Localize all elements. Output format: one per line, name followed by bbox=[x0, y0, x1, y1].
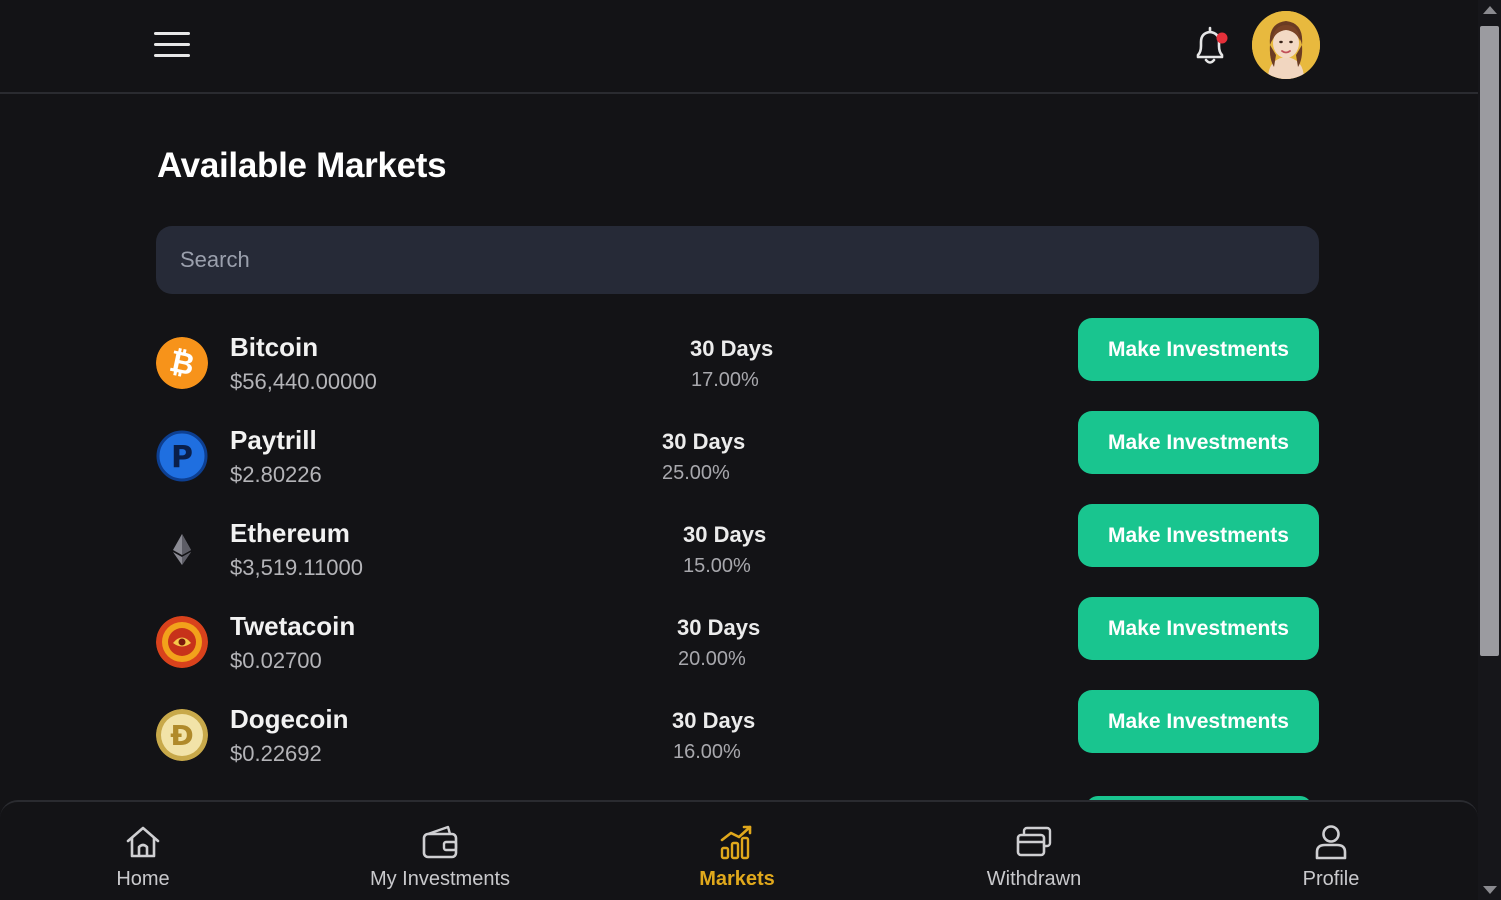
investment-duration: 30 Days bbox=[672, 708, 756, 733]
coin-price: $3,519.11000 bbox=[230, 555, 363, 580]
nav-label: Withdrawn bbox=[986, 868, 1082, 890]
svg-text:Ð: Ð bbox=[170, 719, 193, 752]
market-row-twetacoin: Twetacoin $0.02700 30 Days 20.00% Make I… bbox=[156, 597, 1319, 681]
return-rate: 25.00% bbox=[662, 462, 730, 484]
cards-icon bbox=[1016, 826, 1052, 857]
nav-item-markets[interactable]: Markets bbox=[642, 822, 832, 898]
coin-price: $2.80226 bbox=[230, 462, 322, 487]
bell-icon[interactable] bbox=[1190, 24, 1232, 68]
coin-name: Ethereum bbox=[230, 518, 350, 548]
coin-name: Twetacoin bbox=[230, 611, 356, 641]
make-investments-button[interactable]: Make Investments bbox=[1078, 597, 1319, 660]
nav-label: Markets bbox=[699, 868, 775, 890]
market-row-ethereum: Ethereum $3,519.11000 30 Days 15.00% Mak… bbox=[156, 504, 1319, 588]
investment-duration: 30 Days bbox=[690, 336, 774, 361]
return-rate: 20.00% bbox=[678, 648, 746, 670]
make-investments-button[interactable]: Make Investments bbox=[1078, 318, 1319, 381]
dogecoin-icon: Ð bbox=[156, 709, 208, 761]
wallet-icon bbox=[422, 825, 458, 859]
return-rate: 16.00% bbox=[673, 741, 741, 763]
make-investments-button[interactable]: Make Investments bbox=[1078, 411, 1319, 474]
coin-name: Bitcoin bbox=[230, 332, 319, 362]
nav-label: Profile bbox=[1302, 868, 1360, 890]
market-row-paytrill: P Paytrill $2.80226 30 Days 25.00% Make … bbox=[156, 411, 1319, 495]
coin-price: $0.22692 bbox=[230, 741, 322, 766]
nav-item-withdrawn[interactable]: Withdrawn bbox=[939, 822, 1129, 898]
return-rate: 17.00% bbox=[691, 369, 759, 391]
coin-name: Dogecoin bbox=[230, 704, 349, 734]
make-investments-button[interactable]: Make Investments bbox=[1078, 690, 1319, 753]
nav-item-my-investments[interactable]: My Investments bbox=[345, 822, 535, 898]
scroll-down-arrow-icon[interactable] bbox=[1483, 886, 1497, 894]
scrollbar-thumb[interactable] bbox=[1480, 26, 1499, 656]
hamburger-menu-icon[interactable] bbox=[152, 28, 194, 62]
ethereum-icon bbox=[156, 523, 208, 575]
investment-duration: 30 Days bbox=[662, 429, 746, 454]
bottom-navigation: Home My Investments Markets Withdrawn Pr… bbox=[0, 800, 1478, 900]
nav-label: Home bbox=[116, 868, 170, 890]
return-rate: 15.00% bbox=[683, 555, 751, 577]
home-icon bbox=[126, 826, 160, 858]
market-row-bitcoin: ₿ Bitcoin $56,440.00000 30 Days 17.00% M… bbox=[156, 318, 1319, 402]
search-input[interactable] bbox=[156, 226, 1319, 294]
nav-label: My Investments bbox=[369, 868, 511, 890]
coin-price: $0.02700 bbox=[230, 648, 322, 673]
user-avatar[interactable] bbox=[1252, 11, 1320, 79]
coin-name: Paytrill bbox=[230, 425, 317, 455]
scroll-up-arrow-icon[interactable] bbox=[1483, 6, 1497, 14]
nav-item-profile[interactable]: Profile bbox=[1236, 822, 1426, 898]
user-icon bbox=[1315, 825, 1347, 860]
investment-duration: 30 Days bbox=[683, 522, 767, 547]
svg-text:P: P bbox=[171, 440, 193, 475]
page-title: Available Markets bbox=[157, 146, 447, 185]
market-row-dogecoin: Ð Dogecoin $0.22692 30 Days 16.00% Make … bbox=[156, 690, 1319, 774]
markets-chart-icon bbox=[720, 825, 752, 860]
bitcoin-icon: ₿ bbox=[156, 337, 208, 389]
coin-price: $56,440.00000 bbox=[230, 369, 377, 394]
twetacoin-icon bbox=[156, 616, 208, 668]
top-bar bbox=[0, 0, 1478, 94]
notification-dot bbox=[1216, 32, 1228, 44]
nav-item-home[interactable]: Home bbox=[48, 822, 238, 898]
investment-duration: 30 Days bbox=[677, 615, 761, 640]
app-window: Available Markets ₿ Bitcoin $56,440.0000… bbox=[0, 0, 1501, 900]
paytrill-icon: P bbox=[156, 430, 208, 482]
make-investments-button[interactable]: Make Investments bbox=[1078, 504, 1319, 567]
